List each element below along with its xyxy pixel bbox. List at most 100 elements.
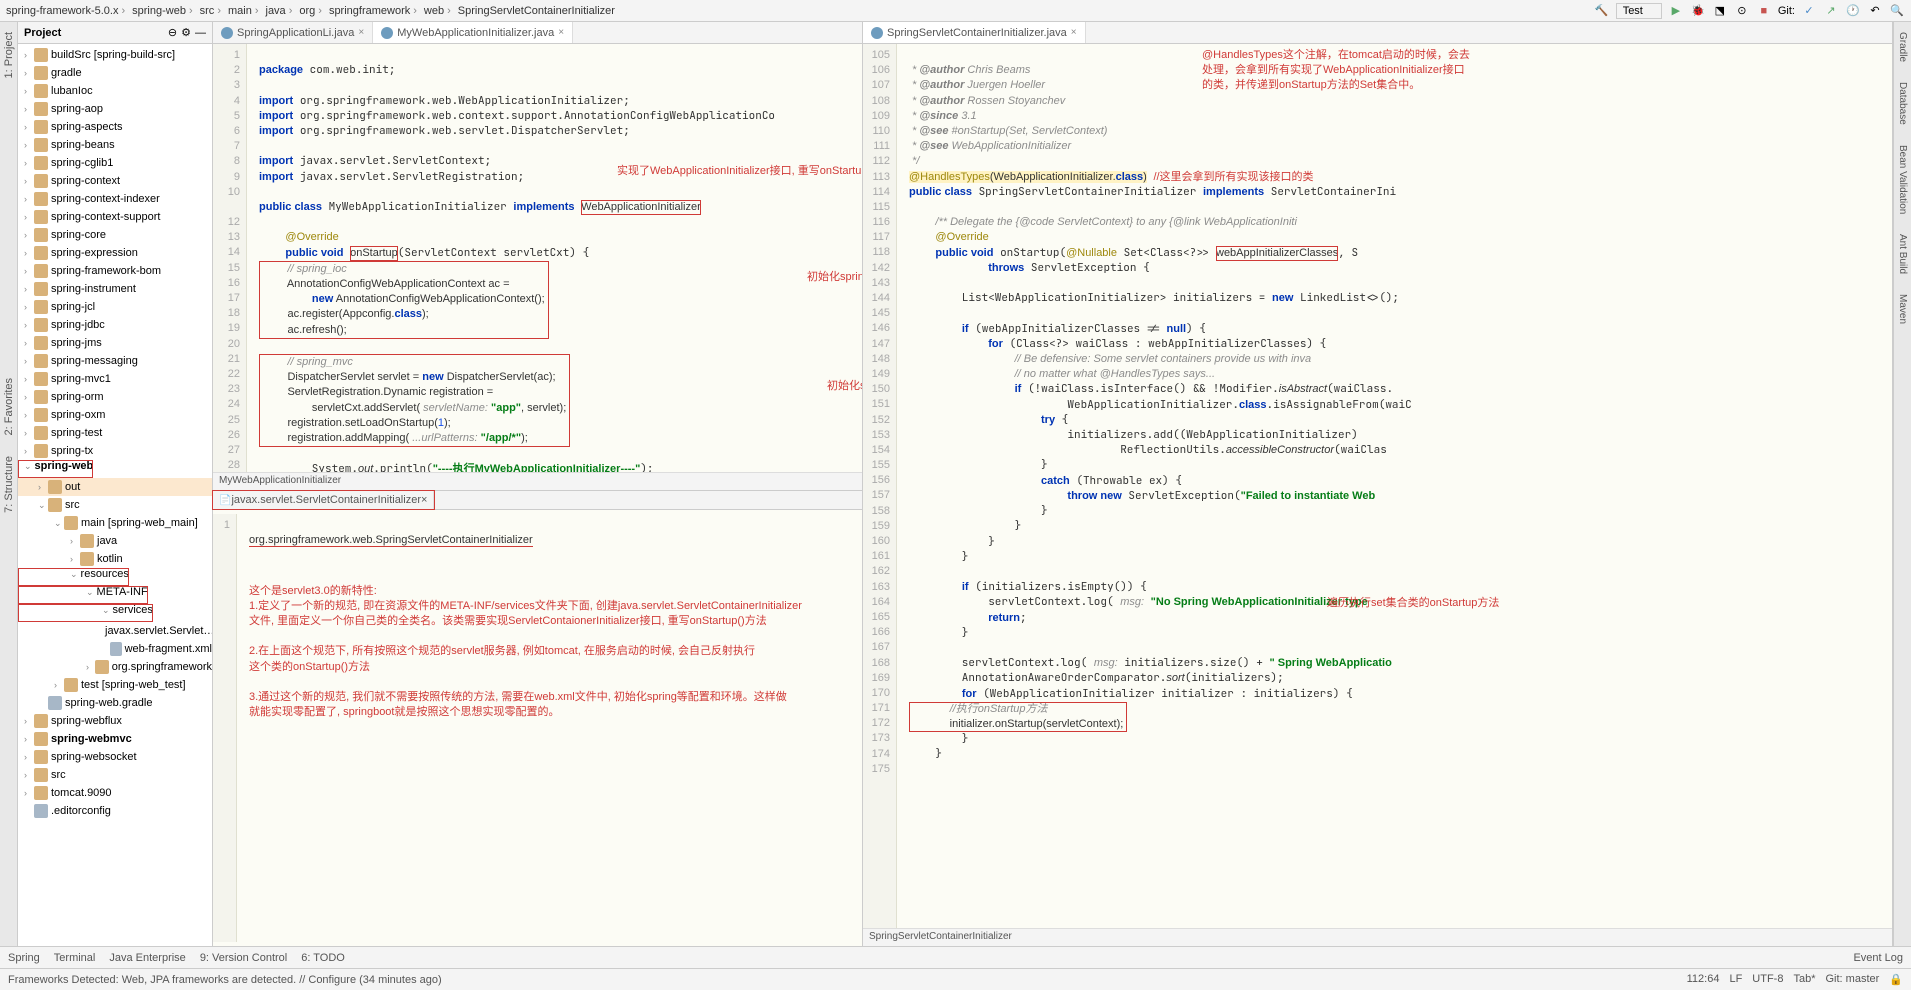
coverage-icon[interactable]: ⬔ xyxy=(1712,3,1728,19)
tree-node-spring-beans[interactable]: ›spring-beans xyxy=(18,136,212,154)
tree-node-spring-messaging[interactable]: ›spring-messaging xyxy=(18,352,212,370)
vcs-history-icon[interactable]: 🕐 xyxy=(1845,3,1861,19)
tw-vcs[interactable]: 9: Version Control xyxy=(200,952,287,964)
caret-pos[interactable]: 112:64 xyxy=(1687,973,1720,986)
tree-node-gradle[interactable]: ›gradle xyxy=(18,64,212,82)
tree-node-spring-jdbc[interactable]: ›spring-jdbc xyxy=(18,316,212,334)
bc-8[interactable]: SpringServletContainerInitializer xyxy=(458,5,615,17)
tree-node--editorconfig[interactable]: .editorconfig xyxy=(18,802,212,820)
tree-node-spring-framework-bom[interactable]: ›spring-framework-bom xyxy=(18,262,212,280)
tree-node-javax-servlet-servlet-[interactable]: javax.servlet.Servlet… xyxy=(18,622,212,640)
right-crumb[interactable]: SpringServletContainerInitializer xyxy=(863,928,1892,946)
tree-node-spring-oxm[interactable]: ›spring-oxm xyxy=(18,406,212,424)
tree-node-org-springframework[interactable]: ›org.springframework xyxy=(18,658,212,676)
close-icon[interactable]: × xyxy=(558,27,564,38)
run-icon[interactable]: ▶ xyxy=(1668,3,1684,19)
tw-terminal[interactable]: Terminal xyxy=(54,952,96,964)
bc-0[interactable]: spring-framework-5.0.x xyxy=(6,5,128,17)
encoding[interactable]: UTF-8 xyxy=(1752,973,1783,986)
event-log[interactable]: Event Log xyxy=(1853,952,1903,964)
tree-node-spring-webmvc[interactable]: ›spring-webmvc xyxy=(18,730,212,748)
tree-node-src[interactable]: ›src xyxy=(18,766,212,784)
strip-favorites[interactable]: 2: Favorites xyxy=(3,378,15,435)
tree-node-main--spring-web-main-[interactable]: ⌄main [spring-web_main] xyxy=(18,514,212,532)
strip-maven[interactable]: Maven xyxy=(1897,294,1908,324)
status-msg[interactable]: Frameworks Detected: Web, JPA frameworks… xyxy=(8,974,442,986)
tree-node-spring-orm[interactable]: ›spring-orm xyxy=(18,388,212,406)
tree-node-spring-web-gradle[interactable]: spring-web.gradle xyxy=(18,694,212,712)
close-icon[interactable]: × xyxy=(1071,27,1077,38)
bc-7[interactable]: web xyxy=(424,5,454,17)
tree-node-spring-websocket[interactable]: ›spring-websocket xyxy=(18,748,212,766)
tree-node-spring-webflux[interactable]: ›spring-webflux xyxy=(18,712,212,730)
tree-node-spring-aspects[interactable]: ›spring-aspects xyxy=(18,118,212,136)
build-icon[interactable]: 🔨 xyxy=(1594,3,1610,19)
tab-springapp[interactable]: SpringApplicationLi.java× xyxy=(213,22,373,43)
gear-icon[interactable]: ⚙ xyxy=(181,26,191,39)
indent[interactable]: Tab* xyxy=(1793,973,1815,986)
tw-todo[interactable]: 6: TODO xyxy=(301,952,345,964)
bc-2[interactable]: src xyxy=(200,5,224,17)
stop-icon[interactable]: ■ xyxy=(1756,3,1772,19)
close-icon[interactable]: × xyxy=(358,27,364,38)
search-icon[interactable]: 🔍 xyxy=(1889,3,1905,19)
run-config-select[interactable]: Test xyxy=(1616,3,1662,19)
tree-node-buildsrc--spring-build-src-[interactable]: ›buildSrc [spring-build-src] xyxy=(18,46,212,64)
tree-node-out[interactable]: ›out xyxy=(18,478,212,496)
tree-node-lubanioc[interactable]: ›lubanIoc xyxy=(18,82,212,100)
tree-node-resources[interactable]: ⌄resources xyxy=(18,568,129,586)
tab-springservlet[interactable]: SpringServletContainerInitializer.java× xyxy=(863,22,1086,43)
tree-node-src[interactable]: ⌄src xyxy=(18,496,212,514)
strip-bean[interactable]: Bean Validation xyxy=(1897,145,1908,214)
profile-icon[interactable]: ⊙ xyxy=(1734,3,1750,19)
tree-node-web-fragment-xml[interactable]: web-fragment.xml xyxy=(18,640,212,658)
tree-node-java[interactable]: ›java xyxy=(18,532,212,550)
bottom-code[interactable]: org.springframework.web.SpringServletCon… xyxy=(237,514,862,942)
vcs-update-icon[interactable]: ✓ xyxy=(1801,3,1817,19)
left-editor[interactable]: 1234567891012131415161718192021222324252… xyxy=(213,44,862,472)
strip-gradle[interactable]: Gradle xyxy=(1897,32,1908,62)
git-branch[interactable]: Git: master xyxy=(1826,973,1880,986)
left-crumb[interactable]: MyWebApplicationInitializer xyxy=(213,472,862,490)
strip-ant[interactable]: Ant Build xyxy=(1897,234,1908,274)
bottom-editor[interactable]: 1 org.springframework.web.SpringServletC… xyxy=(213,510,862,946)
bc-5[interactable]: org xyxy=(299,5,325,17)
tree-node-spring-web[interactable]: ⌄spring-web xyxy=(18,460,93,478)
tree-node-services[interactable]: ⌄services xyxy=(18,604,153,622)
tree-node-spring-test[interactable]: ›spring-test xyxy=(18,424,212,442)
tab-mywebapp[interactable]: MyWebApplicationInitializer.java× xyxy=(373,22,573,43)
close-icon[interactable]: × xyxy=(421,494,427,506)
right-code[interactable]: * @author Chris Beams @HandlesTypes这个注解，… xyxy=(897,44,1892,928)
right-editor[interactable]: 1051061071081091101111121131141151161171… xyxy=(863,44,1892,928)
tree-node-spring-jcl[interactable]: ›spring-jcl xyxy=(18,298,212,316)
tree-node-tomcat-9090[interactable]: ›tomcat.9090 xyxy=(18,784,212,802)
tree-node-kotlin[interactable]: ›kotlin xyxy=(18,550,212,568)
strip-database[interactable]: Database xyxy=(1897,82,1908,125)
tree-node-spring-context-support[interactable]: ›spring-context-support xyxy=(18,208,212,226)
bc-4[interactable]: java xyxy=(266,5,296,17)
tree-node-spring-instrument[interactable]: ›spring-instrument xyxy=(18,280,212,298)
bc-6[interactable]: springframework xyxy=(329,5,420,17)
hide-icon[interactable]: — xyxy=(195,27,206,39)
lock-icon[interactable]: 🔒 xyxy=(1889,973,1903,986)
tree-node-test--spring-web-test-[interactable]: ›test [spring-web_test] xyxy=(18,676,212,694)
tree-node-spring-tx[interactable]: ›spring-tx xyxy=(18,442,212,460)
tree-node-spring-cglib1[interactable]: ›spring-cglib1 xyxy=(18,154,212,172)
tree-node-spring-jms[interactable]: ›spring-jms xyxy=(18,334,212,352)
debug-icon[interactable]: 🐞 xyxy=(1690,3,1706,19)
tree-node-spring-context-indexer[interactable]: ›spring-context-indexer xyxy=(18,190,212,208)
line-sep[interactable]: LF xyxy=(1729,973,1742,986)
tab-metainf[interactable]: 📄 javax.servlet.ServletContainerInitiali… xyxy=(213,491,434,509)
project-tree[interactable]: ›buildSrc [spring-build-src]›gradle›luba… xyxy=(18,44,212,822)
tree-node-spring-core[interactable]: ›spring-core xyxy=(18,226,212,244)
tree-node-spring-context[interactable]: ›spring-context xyxy=(18,172,212,190)
bc-1[interactable]: spring-web xyxy=(132,5,195,17)
tree-node-spring-expression[interactable]: ›spring-expression xyxy=(18,244,212,262)
collapse-icon[interactable]: ⊖ xyxy=(168,26,177,39)
vcs-commit-icon[interactable]: ↗ xyxy=(1823,3,1839,19)
tw-javaee[interactable]: Java Enterprise xyxy=(109,952,185,964)
left-code[interactable]: package com.web.init; import org.springf… xyxy=(247,44,862,472)
tw-spring[interactable]: Spring xyxy=(8,952,40,964)
strip-structure[interactable]: 7: Structure xyxy=(3,456,15,513)
tree-node-spring-mvc1[interactable]: ›spring-mvc1 xyxy=(18,370,212,388)
